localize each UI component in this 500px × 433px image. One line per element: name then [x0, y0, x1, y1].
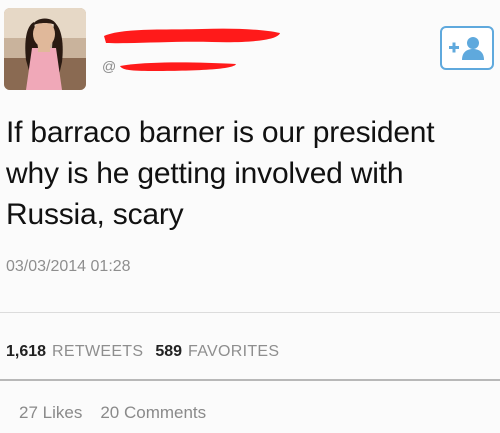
divider: [0, 379, 500, 381]
retweets-count[interactable]: 1,618: [6, 343, 46, 361]
favorites-count[interactable]: 589: [155, 343, 182, 361]
comments-count[interactable]: 20 Comments: [100, 403, 206, 423]
add-person-icon: [449, 37, 484, 60]
tweet-card: @ If barraco barner is our president why…: [0, 0, 500, 433]
engagement-row: 27 Likes 20 Comments: [19, 403, 224, 423]
tweet-text-line: If barraco barner is our president: [6, 116, 435, 149]
divider: [0, 312, 500, 313]
tweet-text-line: why is he getting involved with: [6, 157, 404, 190]
favorites-label[interactable]: FAVORITES: [188, 343, 279, 361]
tweet-text: If barraco barner is our president why i…: [6, 112, 486, 235]
avatar[interactable]: [4, 8, 86, 90]
display-name-redacted: [104, 28, 280, 44]
handle-at-symbol: @: [102, 58, 117, 74]
tweet-timestamp: 03/03/2014 01:28: [6, 258, 131, 275]
follow-button[interactable]: [440, 26, 494, 70]
likes-count[interactable]: 27 Likes: [19, 403, 82, 423]
profile-photo-icon: [4, 8, 86, 90]
tweet-text-line: Russia, scary: [6, 198, 184, 231]
handle-row: @: [102, 56, 238, 76]
handle-redacted: [120, 62, 237, 71]
retweets-label[interactable]: RETWEETS: [52, 343, 143, 361]
stats-row: 1,618 RETWEETS 589 FAVORITES: [6, 343, 291, 361]
